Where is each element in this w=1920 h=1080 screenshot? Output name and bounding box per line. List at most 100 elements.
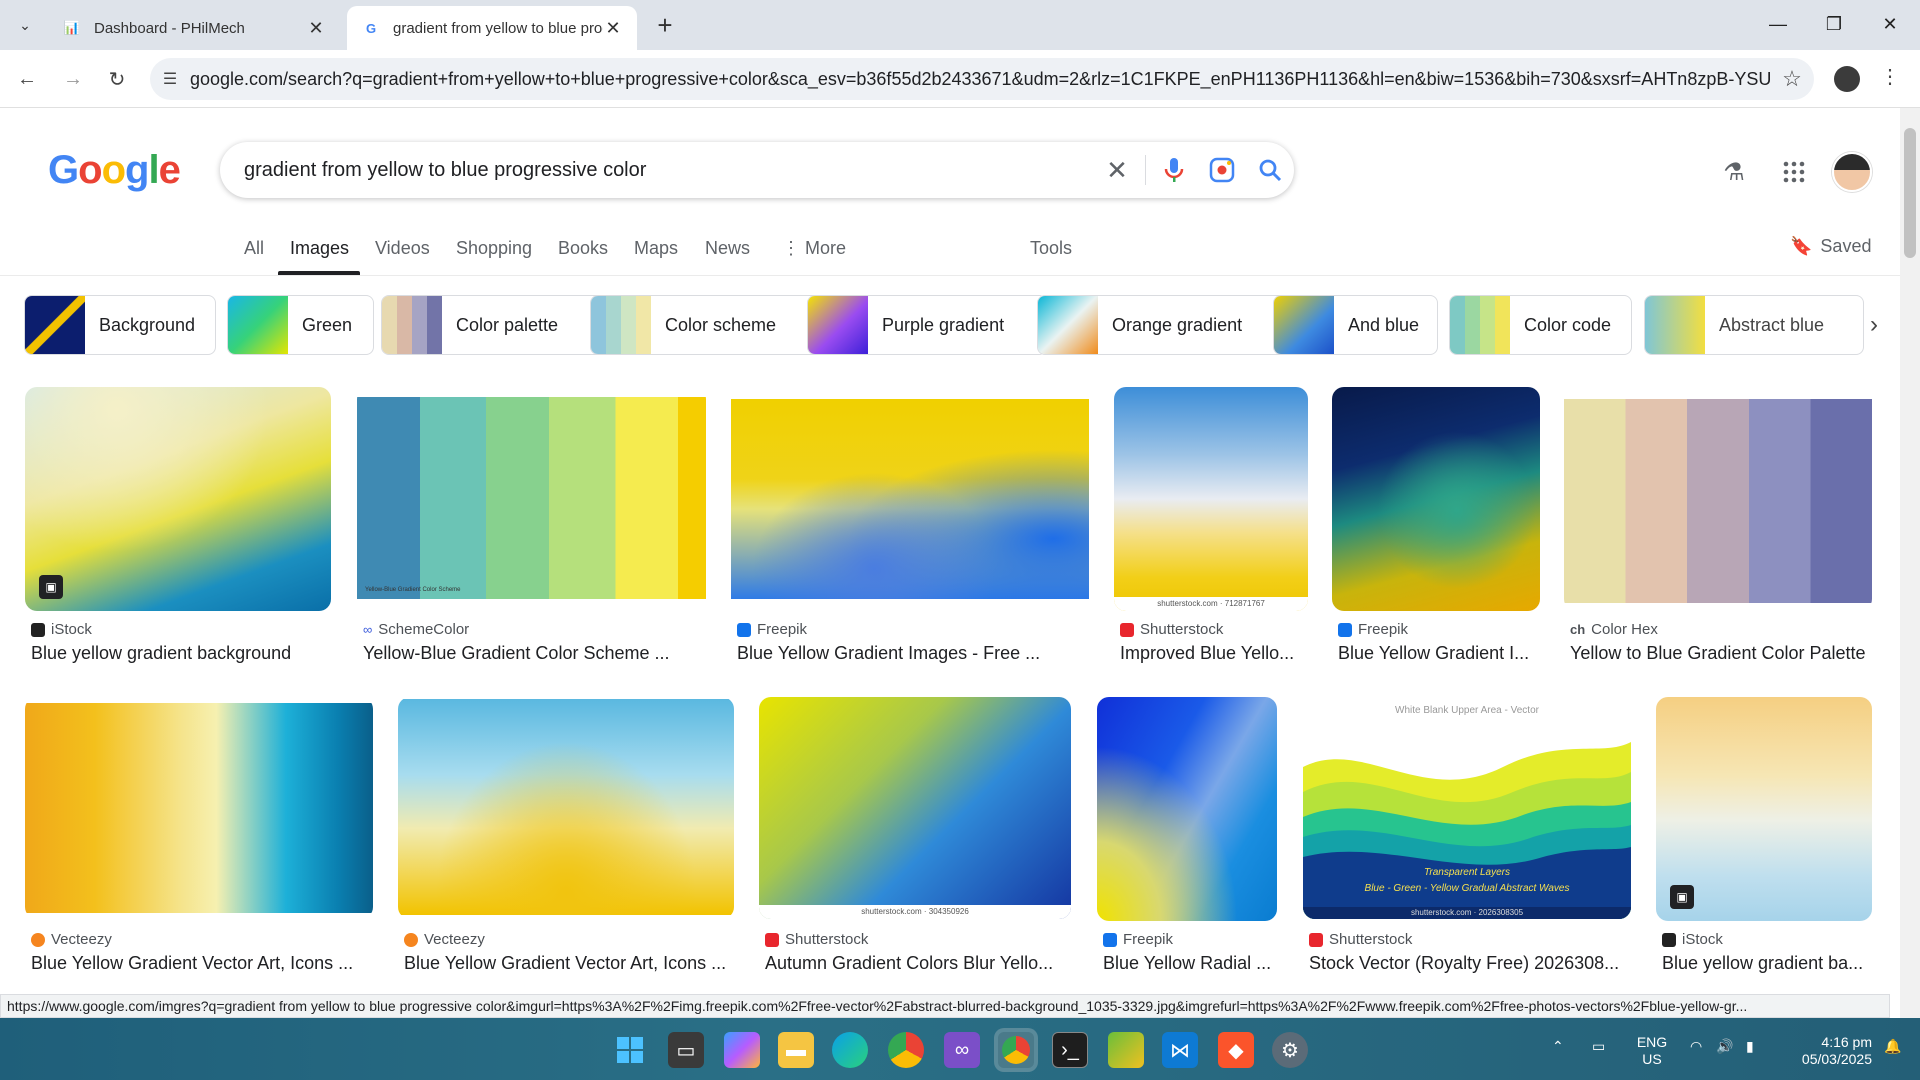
chip-abstract-blue[interactable]: Abstract blue [1644, 295, 1864, 355]
image-result[interactable]: Yellow-Blue Gradient Color Scheme ∞ Schem… [357, 387, 706, 667]
tab-shopping[interactable]: Shopping [456, 238, 532, 259]
start-icon[interactable] [612, 1032, 648, 1068]
chip-green[interactable]: Green [227, 295, 374, 355]
input-language[interactable]: ENG US [1632, 1034, 1672, 1068]
tab-maps[interactable]: Maps [634, 238, 678, 259]
result-title[interactable]: Yellow to Blue Gradient Color Palette [1570, 643, 1874, 664]
wifi-icon[interactable]: ◠ [1690, 1038, 1702, 1055]
address-bar[interactable]: ☰ google.com/search?q=gradient+from+yell… [150, 58, 1814, 100]
result-title[interactable]: Yellow-Blue Gradient Color Scheme ... [363, 643, 703, 664]
result-image[interactable] [731, 387, 1089, 611]
profile-avatar-icon[interactable] [1834, 66, 1860, 92]
tab-images[interactable]: Images [290, 238, 349, 259]
result-title[interactable]: Blue Yellow Gradient Vector Art, Icons .… [404, 953, 734, 974]
saved-button[interactable]: 🔖 Saved [1790, 236, 1871, 257]
result-title[interactable]: Blue Yellow Radial ... [1103, 953, 1279, 974]
chip-purple-gradient[interactable]: Purple gradient [807, 295, 1047, 355]
chip-color-scheme[interactable]: Color scheme [590, 295, 821, 355]
result-title[interactable]: Improved Blue Yello... [1120, 643, 1308, 664]
site-info-icon[interactable]: ☰ [150, 69, 190, 89]
notification-bell-icon[interactable]: 🔔 [1884, 1038, 1901, 1055]
result-image[interactable] [1097, 697, 1277, 921]
restore-icon[interactable]: ❐ [1806, 6, 1862, 42]
account-avatar[interactable] [1832, 152, 1872, 192]
image-result[interactable]: Freepik Blue Yellow Radial ... [1097, 697, 1277, 977]
chip-color-palette[interactable]: Color palette [381, 295, 603, 355]
url-text[interactable]: google.com/search?q=gradient+from+yellow… [190, 69, 1770, 90]
forward-icon[interactable]: → [58, 64, 88, 94]
task-view-icon[interactable]: ▭ [668, 1032, 704, 1068]
file-explorer-icon[interactable]: ▬ [778, 1032, 814, 1068]
terminal-icon[interactable]: ›_ [1052, 1032, 1088, 1068]
chip-and-blue[interactable]: And blue [1273, 295, 1438, 355]
vscode-icon[interactable]: ⋈ [1162, 1032, 1198, 1068]
image-result[interactable]: ch Color Hex Yellow to Blue Gradient Colo… [1564, 387, 1872, 667]
image-app-icon[interactable] [1108, 1032, 1144, 1068]
result-title[interactable]: Blue yellow gradient background [31, 643, 331, 664]
settings-gear-icon[interactable]: ⚙ [1272, 1032, 1308, 1068]
edge-icon[interactable] [832, 1032, 868, 1068]
tab-more[interactable]: ⋮ More [782, 238, 846, 259]
tray-overflow-icon[interactable]: ⌃ [1552, 1038, 1564, 1055]
scrollbar-thumb[interactable] [1904, 128, 1916, 258]
browser-menu-icon[interactable]: ⋮ [1880, 64, 1900, 89]
tab-books[interactable]: Books [558, 238, 608, 259]
clock[interactable]: 4:16 pm 05/03/2025 [1782, 1034, 1872, 1068]
image-result[interactable]: White Blank Upper Area - Vector Transpar… [1303, 697, 1631, 977]
page-scrollbar[interactable] [1900, 108, 1920, 1018]
result-title[interactable]: Blue Yellow Gradient I... [1338, 643, 1538, 664]
chip-background[interactable]: Background [24, 295, 216, 355]
tab-search-button[interactable]: ⌄ [10, 10, 40, 40]
visual-studio-icon[interactable]: ∞ [944, 1032, 980, 1068]
result-title[interactable]: Autumn Gradient Colors Blur Yello... [765, 953, 1071, 974]
result-image[interactable] [25, 387, 331, 611]
new-tab-button[interactable]: + [650, 10, 680, 40]
result-image[interactable]: Yellow-Blue Gradient Color Scheme [357, 387, 706, 611]
result-title[interactable]: Stock Vector (Royalty Free) 2026308... [1309, 953, 1631, 974]
image-result[interactable]: Freepik Blue Yellow Gradient I... [1332, 387, 1540, 667]
image-result[interactable]: Vecteezy Blue Yellow Gradient Vector Art… [398, 697, 734, 977]
result-image[interactable] [398, 697, 734, 919]
google-logo[interactable]: Google [48, 148, 181, 193]
tab-dashboard[interactable]: 📊 Dashboard - PHilMech ✕ [48, 6, 340, 50]
back-icon[interactable]: ← [12, 64, 42, 94]
clear-icon[interactable]: ✕ [1093, 155, 1141, 186]
tab-news[interactable]: News [705, 238, 750, 259]
chips-next-icon[interactable]: › [1858, 309, 1890, 341]
image-result[interactable]: Freepik Blue Yellow Gradient Images - Fr… [731, 387, 1089, 667]
result-title[interactable]: Blue yellow gradient ba... [1662, 953, 1872, 974]
labs-flask-icon[interactable]: ⚗ [1716, 154, 1752, 190]
result-title[interactable]: Blue Yellow Gradient Vector Art, Icons .… [31, 953, 371, 974]
tab-google-search[interactable]: G gradient from yellow to blue progressi… [347, 6, 637, 50]
result-image[interactable]: shutterstock.com · 304350926 [759, 697, 1071, 919]
reload-icon[interactable]: ↻ [102, 64, 132, 94]
chip-orange-gradient[interactable]: Orange gradient [1037, 295, 1287, 355]
result-image[interactable] [25, 697, 373, 919]
image-result[interactable]: ▣ iStock Blue yellow gradient ba... [1656, 697, 1872, 977]
result-image[interactable]: White Blank Upper Area - Vector Transpar… [1303, 697, 1631, 919]
chrome-active-icon[interactable] [998, 1032, 1034, 1068]
search-box[interactable]: gradient from yellow to blue progressive… [220, 142, 1294, 198]
chip-color-code[interactable]: Color code [1449, 295, 1632, 355]
result-image[interactable] [1332, 387, 1540, 611]
tab-close-icon[interactable]: ✕ [306, 18, 326, 39]
tray-app-icon[interactable]: ▭ [1592, 1038, 1605, 1055]
lens-search-icon[interactable] [1198, 157, 1246, 183]
result-image[interactable]: shutterstock.com · 712871767 [1114, 387, 1308, 611]
image-result[interactable]: shutterstock.com · 712871767 Shutterstoc… [1114, 387, 1308, 667]
battery-icon[interactable]: ▮ [1746, 1038, 1754, 1055]
search-input[interactable]: gradient from yellow to blue progressive… [244, 159, 1093, 182]
image-result[interactable]: ▣ iStock Blue yellow gradient background [25, 387, 331, 667]
apps-grid-icon[interactable] [1776, 154, 1812, 190]
tab-all[interactable]: All [244, 238, 264, 259]
volume-icon[interactable]: 🔊 [1716, 1038, 1733, 1055]
tab-tools[interactable]: Tools [1030, 238, 1072, 259]
result-image[interactable] [1564, 387, 1872, 611]
image-result[interactable]: Vecteezy Blue Yellow Gradient Vector Art… [25, 697, 373, 977]
tab-videos[interactable]: Videos [375, 238, 430, 259]
voice-search-icon[interactable] [1150, 157, 1198, 183]
image-result[interactable]: shutterstock.com · 304350926 Shutterstoc… [759, 697, 1071, 977]
minimize-icon[interactable]: — [1750, 6, 1806, 42]
bookmark-star-icon[interactable]: ☆ [1770, 66, 1814, 92]
close-window-icon[interactable]: ✕ [1862, 6, 1918, 42]
